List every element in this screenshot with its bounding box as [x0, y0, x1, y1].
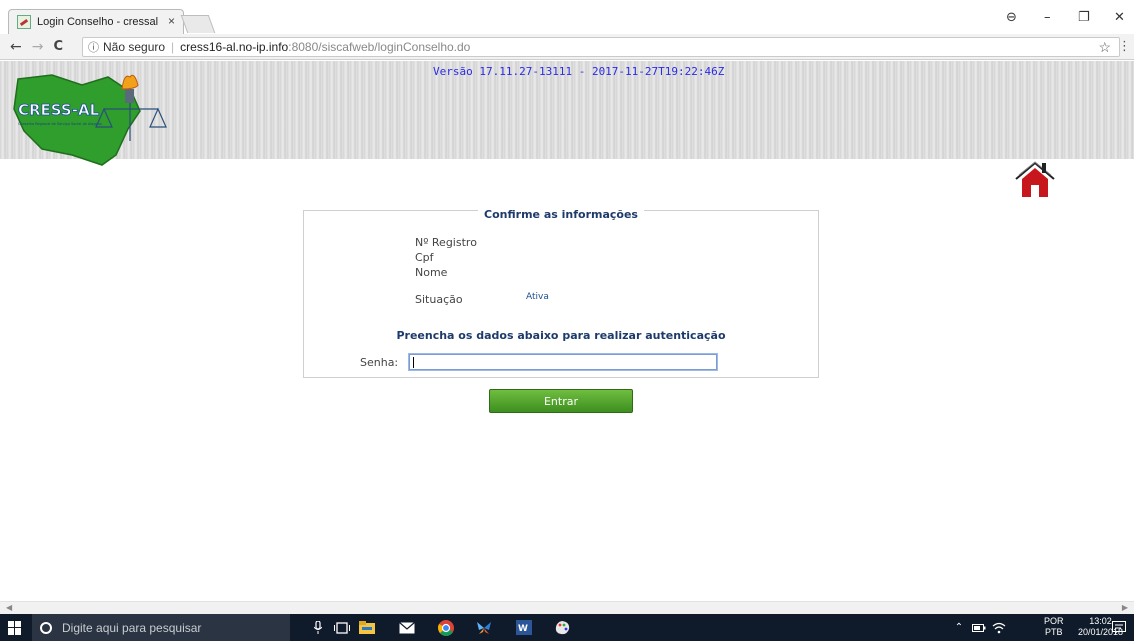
minimize-button[interactable]: – — [1044, 10, 1051, 25]
horizontal-scrollbar[interactable]: ◀ ▶ — [0, 601, 1134, 614]
registro-label: Nº Registro — [415, 236, 477, 249]
language-code: POR — [1044, 616, 1064, 626]
bookmark-star-icon[interactable]: ☆ — [1098, 39, 1111, 56]
url-path: :8080/siscafweb/loginConselho.do — [288, 40, 471, 54]
home-icon[interactable] — [1014, 159, 1056, 199]
header-banner: CRESS-AL Conselho Regional de Serviço So… — [0, 61, 1134, 166]
situacao-value: Ativa — [526, 292, 549, 302]
info-icon[interactable]: ⓘ — [88, 39, 99, 55]
file-explorer-icon[interactable] — [358, 619, 376, 636]
logo-subtext: Conselho Regional de Serviço Social de A… — [18, 122, 102, 126]
text-caret — [413, 357, 414, 368]
version-label: Versão 17.11.27-13111 - 2017-11-27T19:22… — [433, 65, 725, 78]
task-view-icon[interactable] — [333, 619, 351, 636]
paint-icon[interactable] — [553, 619, 571, 636]
password-label: Senha: — [360, 356, 399, 369]
wifi-icon[interactable] — [990, 619, 1008, 636]
browser-menu-icon[interactable]: ⋮ — [1118, 39, 1131, 54]
browser-tab[interactable]: Login Conselho - cressal × — [8, 9, 184, 34]
confirm-title: Confirme as informações — [478, 208, 644, 221]
cress-al-logo: CRESS-AL Conselho Regional de Serviço So… — [13, 74, 167, 166]
search-placeholder: Digite aqui para pesquisar — [62, 620, 202, 635]
word-icon[interactable]: W — [515, 619, 533, 636]
microphone-icon[interactable] — [309, 619, 327, 636]
show-hidden-icons[interactable]: ⌃ — [950, 619, 968, 636]
account-icon[interactable]: ⊖ — [1006, 10, 1017, 25]
auth-instruction: Preencha os dados abaixo para realizar a… — [396, 329, 726, 342]
scroll-right-icon[interactable]: ▶ — [1122, 603, 1128, 612]
browser-tabstrip: Login Conselho - cressal × ⊖ – ❐ ✕ — [0, 0, 1134, 34]
page-content: CRESS-AL Conselho Regional de Serviço So… — [0, 61, 1134, 614]
start-button[interactable] — [8, 620, 22, 635]
scroll-left-icon[interactable]: ◀ — [6, 603, 12, 612]
cpf-label: Cpf — [415, 251, 434, 264]
new-tab-button[interactable] — [180, 15, 216, 33]
restore-button[interactable]: ❐ — [1078, 10, 1090, 25]
address-bar[interactable]: ⓘ Não seguro | cress16-al.no-ip.info :80… — [82, 37, 1120, 57]
nome-label: Nome — [415, 266, 448, 279]
tab-title: Login Conselho - cressal — [37, 16, 159, 28]
taskbar-search[interactable]: Digite aqui para pesquisar — [32, 614, 290, 641]
cortana-icon — [40, 621, 52, 634]
mail-icon[interactable] — [398, 619, 416, 636]
address-separator: | — [171, 40, 175, 54]
security-label[interactable]: Não seguro — [103, 40, 165, 54]
tab-close-icon[interactable]: × — [168, 14, 175, 28]
windows-taskbar: Digite aqui para pesquisar W ⌃ POR PTB 1… — [0, 614, 1134, 641]
tab-favicon-icon — [17, 15, 31, 29]
language-indicator[interactable]: POR PTB — [1044, 616, 1064, 638]
forward-button[interactable]: → — [32, 39, 44, 55]
confirm-legend: Confirme as informações — [304, 203, 818, 222]
situacao-label: Situação — [415, 293, 463, 306]
entrar-button[interactable]: Entrar — [489, 389, 633, 413]
reload-button[interactable]: C — [53, 39, 63, 54]
confirm-fieldset: Confirme as informações Nº Registro Cpf … — [303, 208, 819, 378]
close-window-button[interactable]: ✕ — [1114, 10, 1125, 25]
keyboard-layout: PTB — [1045, 627, 1063, 637]
svg-text:W: W — [518, 624, 528, 634]
battery-icon[interactable] — [970, 619, 988, 636]
notifications-icon[interactable] — [1110, 619, 1128, 636]
logo-text: CRESS-AL — [18, 101, 100, 119]
app-butterfly-icon[interactable] — [475, 619, 493, 636]
browser-toolbar: ← → C ⓘ Não seguro | cress16-al.no-ip.in… — [0, 34, 1134, 60]
chrome-icon[interactable] — [437, 619, 455, 636]
password-field[interactable] — [408, 353, 718, 371]
back-button[interactable]: ← — [10, 39, 22, 55]
url-host: cress16-al.no-ip.info — [180, 40, 289, 54]
